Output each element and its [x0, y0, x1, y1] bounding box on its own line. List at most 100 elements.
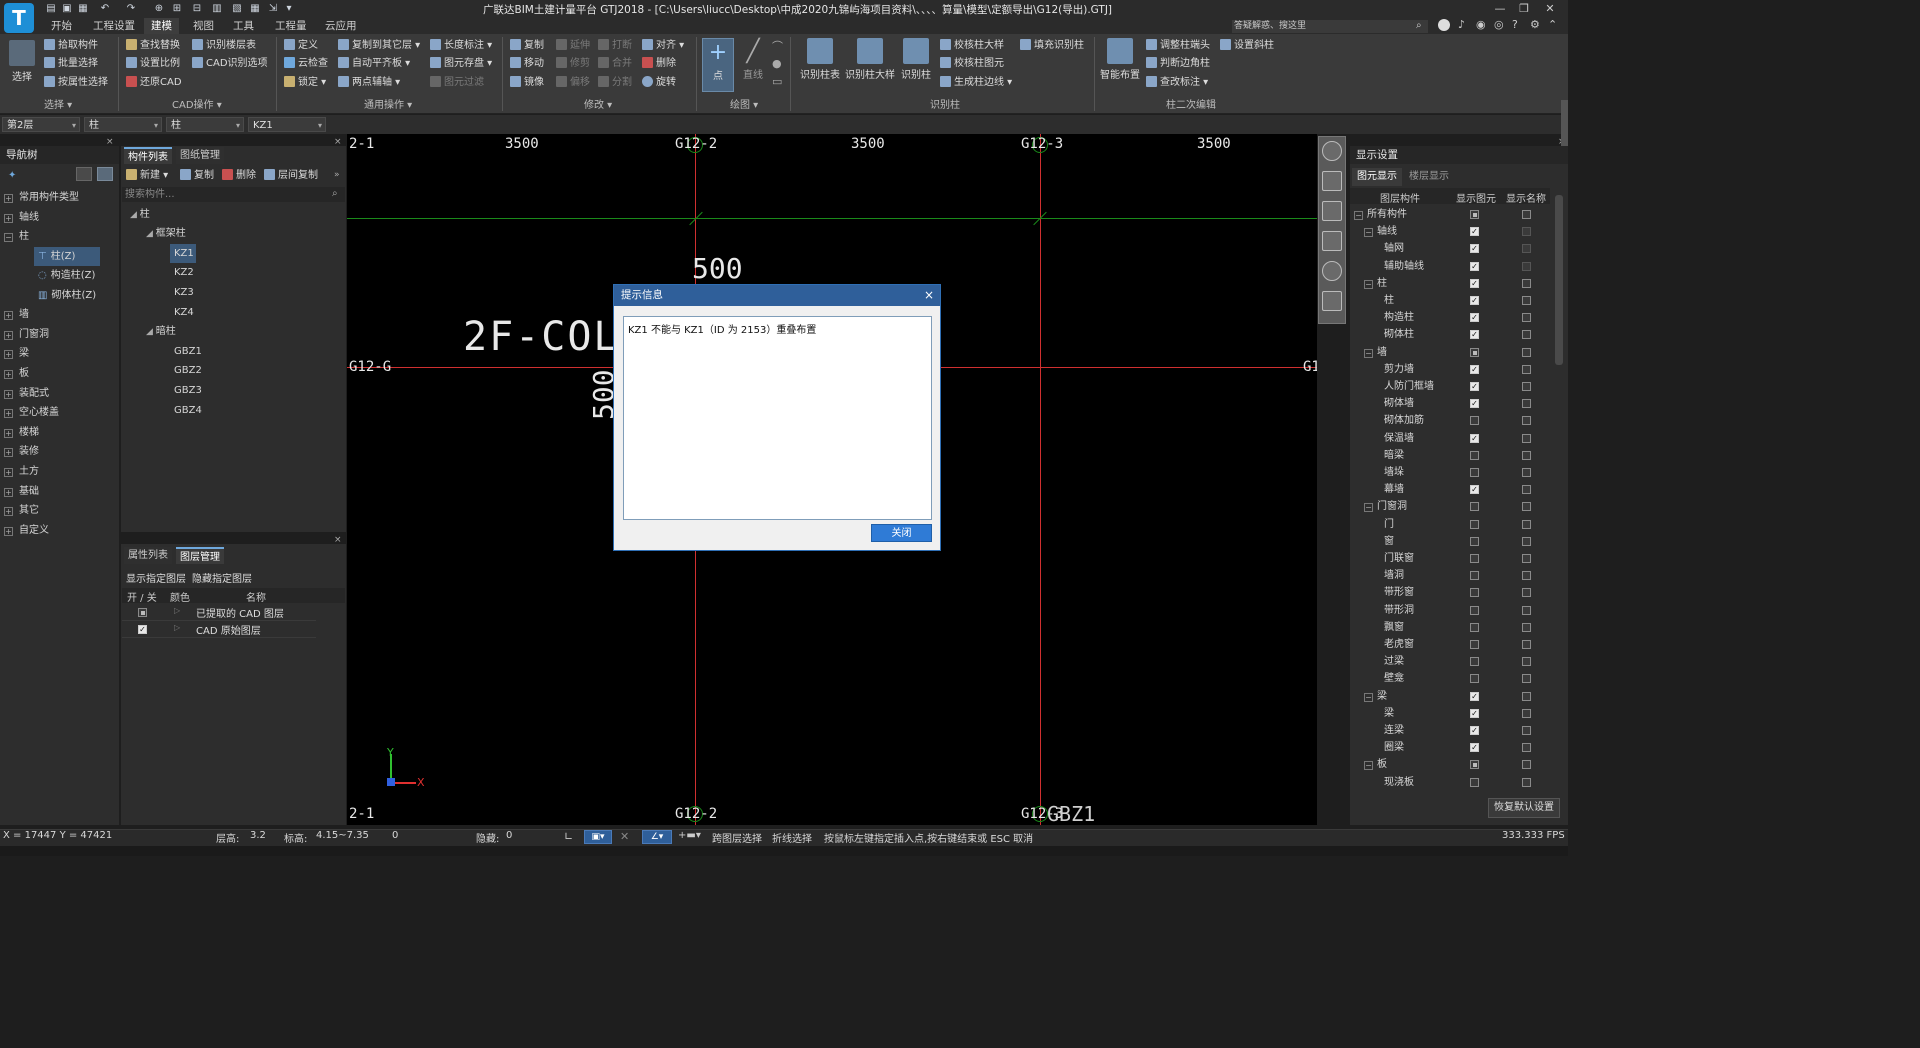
export-icon[interactable]: ⇲: [266, 2, 280, 15]
tab-floor-display[interactable]: 楼层显示: [1404, 168, 1454, 186]
nav-item-column[interactable]: − 柱: [0, 227, 29, 246]
restore-cad-button[interactable]: 还原CAD: [126, 75, 182, 91]
split-button[interactable]: 分割: [598, 75, 632, 91]
smart-layout-button[interactable]: 智能布置: [1100, 38, 1140, 81]
display-row[interactable]: 墙洞: [1350, 567, 1550, 584]
display-row[interactable]: − 梁 ✓: [1350, 688, 1550, 705]
show-name-checkbox[interactable]: [1522, 605, 1531, 615]
ribbon-collapse-icon[interactable]: ⌃: [1548, 18, 1557, 31]
draw-point-button[interactable]: + 点: [702, 38, 734, 92]
show-name-checkbox[interactable]: [1522, 622, 1531, 632]
fill-recognize-column-button[interactable]: 填充识别柱: [1020, 38, 1084, 54]
tree-group-hidden-column[interactable]: ◢ 暗柱: [146, 322, 176, 341]
cube-front-icon[interactable]: [1322, 171, 1342, 191]
display-row[interactable]: − 柱 ✓: [1350, 275, 1550, 292]
layer-icon[interactable]: ▧: [230, 2, 244, 15]
tree-group-frame-column[interactable]: ◢ 框架柱: [146, 224, 186, 243]
show-name-checkbox[interactable]: [1522, 554, 1531, 563]
show-name-checkbox[interactable]: [1522, 210, 1531, 219]
tree-item-gbz4[interactable]: GBZ4: [174, 401, 202, 420]
list-view-icon[interactable]: [76, 167, 92, 181]
show-name-checkbox[interactable]: [1522, 691, 1531, 701]
tree-view-icon[interactable]: [97, 167, 113, 181]
display-row[interactable]: 连梁 ✓: [1350, 722, 1550, 739]
tab-quantity[interactable]: 工程量: [268, 18, 314, 34]
tree-item-kz1[interactable]: KZ1: [170, 244, 196, 263]
move-button[interactable]: 移动: [510, 56, 544, 72]
break-button[interactable]: 打断: [598, 38, 632, 54]
set-slant-column-button[interactable]: 设置斜柱: [1220, 38, 1274, 54]
show-element-checkbox[interactable]: ✓: [1470, 399, 1479, 409]
edit-annotation-button[interactable]: 查改标注 ▾: [1146, 75, 1208, 91]
copy-component-button[interactable]: 复制: [180, 168, 214, 184]
show-name-checkbox[interactable]: [1522, 708, 1531, 718]
tab-view[interactable]: 视图: [186, 18, 221, 34]
layer-view-icon[interactable]: [1322, 291, 1342, 311]
circle-icon[interactable]: ●: [772, 57, 782, 70]
show-element-checkbox[interactable]: ✓: [1470, 743, 1479, 753]
show-name-checkbox[interactable]: [1522, 657, 1531, 667]
show-name-checkbox[interactable]: [1522, 244, 1531, 254]
nav-item-stairs[interactable]: + 楼梯: [0, 423, 39, 442]
dialog-close-button[interactable]: 关闭: [871, 524, 932, 542]
refresh-view-icon[interactable]: [1322, 261, 1342, 281]
display-row[interactable]: 壁龛: [1350, 670, 1550, 687]
help-search-input[interactable]: 答疑解惑、搜这里: [1232, 20, 1428, 33]
show-element-checkbox[interactable]: [1470, 622, 1479, 632]
tree-item-gbz3[interactable]: GBZ3: [174, 381, 202, 400]
service-icon[interactable]: ◎: [1494, 18, 1504, 31]
polyline-select[interactable]: 折线选择: [772, 830, 812, 845]
tab-tools[interactable]: 工具: [226, 18, 261, 34]
layer-extracted-checkbox[interactable]: [138, 608, 147, 617]
display-row[interactable]: 砌体加筋: [1350, 412, 1550, 429]
tab-project-settings[interactable]: 工程设置: [86, 18, 142, 34]
help-icon[interactable]: ?: [1512, 18, 1518, 31]
tab-property-list[interactable]: 属性列表: [124, 547, 172, 564]
draw-line-button[interactable]: ╱ 直线: [738, 38, 768, 92]
close-nav-icon[interactable]: ×: [106, 137, 114, 147]
show-name-checkbox[interactable]: [1522, 468, 1531, 477]
show-element-checkbox[interactable]: [1470, 554, 1479, 563]
angle-snap-icon[interactable]: ∠▾: [642, 830, 672, 844]
rect-icon[interactable]: ▭: [772, 75, 782, 88]
cross-layer-select[interactable]: 跨图层选择: [712, 830, 762, 845]
show-element-checkbox[interactable]: [1470, 640, 1479, 649]
copy-to-floor-button[interactable]: 复制到其它层 ▾: [338, 38, 420, 54]
nav-item-decoration[interactable]: + 装修: [0, 442, 39, 461]
snap-toggle-icon[interactable]: ▣▾: [584, 830, 612, 844]
show-element-checkbox[interactable]: [1470, 605, 1479, 615]
show-name-checkbox[interactable]: [1522, 777, 1531, 787]
show-name-checkbox[interactable]: [1522, 416, 1531, 426]
show-element-checkbox[interactable]: ✓: [1470, 244, 1479, 254]
arc-icon[interactable]: ⌒: [772, 38, 783, 54]
show-element-checkbox[interactable]: ✓: [1470, 364, 1479, 374]
avatar[interactable]: [1438, 19, 1450, 31]
show-element-checkbox[interactable]: [1470, 657, 1479, 667]
define-button[interactable]: 定义: [284, 38, 318, 54]
nav-item-earthwork[interactable]: + 土方: [0, 462, 39, 481]
show-name-checkbox[interactable]: [1522, 502, 1531, 512]
add-snap-icon[interactable]: +▬▾: [678, 830, 701, 841]
type-select[interactable]: 柱 ▾: [166, 117, 244, 132]
tree-item-gbz1[interactable]: GBZ1: [174, 342, 202, 361]
collapse-icon[interactable]: −: [1354, 211, 1363, 220]
rotate-button[interactable]: 旋转: [642, 75, 676, 91]
message-icon[interactable]: ◉: [1476, 18, 1486, 31]
open-file-icon[interactable]: ▣: [60, 2, 74, 15]
show-name-checkbox[interactable]: [1522, 313, 1531, 323]
show-name-checkbox[interactable]: [1522, 743, 1531, 753]
notification-icon[interactable]: ♪: [1458, 18, 1465, 31]
pick-component-button[interactable]: 拾取构件: [44, 38, 98, 54]
display-row[interactable]: 飘窗: [1350, 619, 1550, 636]
display-scrollbar[interactable]: [1555, 195, 1563, 365]
tab-modeling[interactable]: 建模: [144, 18, 179, 34]
display-row[interactable]: − 板: [1350, 756, 1550, 773]
show-name-checkbox[interactable]: [1522, 450, 1531, 460]
cloud-check-button[interactable]: 云检查: [284, 56, 328, 72]
category-select[interactable]: 柱 ▾: [84, 117, 162, 132]
judge-corner-column-button[interactable]: 判断边角柱: [1146, 56, 1210, 72]
set-scale-button[interactable]: 设置比例: [126, 56, 180, 72]
lock-button[interactable]: 锁定 ▾: [284, 75, 326, 91]
show-element-checkbox[interactable]: ✓: [1470, 485, 1479, 495]
show-name-checkbox[interactable]: [1522, 330, 1531, 340]
